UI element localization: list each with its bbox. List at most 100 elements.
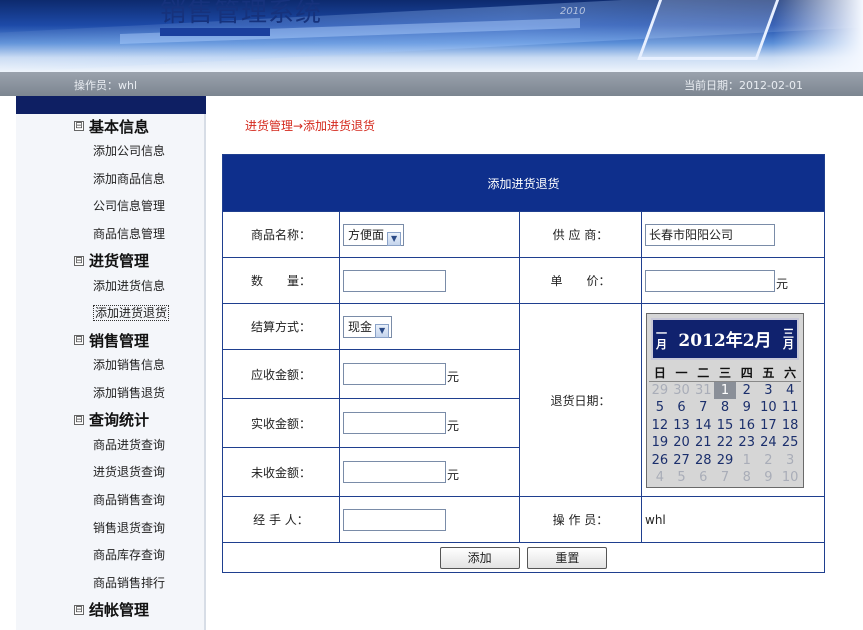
sidebar-group-label[interactable]: 结帐管理 <box>89 599 149 620</box>
unit-price-field[interactable] <box>645 269 775 292</box>
sidebar-group-label[interactable]: 基本信息 <box>89 116 149 137</box>
sidebar-group-label[interactable]: 销售管理 <box>89 330 149 351</box>
reset-button[interactable]: 重置 <box>527 546 608 569</box>
calendar-day[interactable]: 3 <box>758 382 780 400</box>
calendar-day[interactable]: 21 <box>692 434 714 452</box>
calendar-day[interactable]: 6 <box>671 399 693 417</box>
sidebar-item-label[interactable]: 添加进货信息 <box>93 279 165 293</box>
calendar-day-other-month[interactable]: 8 <box>736 469 758 487</box>
calendar-day[interactable]: 19 <box>649 434 671 452</box>
date-picker-calendar[interactable]: 一月 2012年2月 三月 日 一 二 三 四 五 六 29 30 31 1 2 3 4 5 6… <box>646 312 804 488</box>
sidebar-item-sales-ranking[interactable]: 商品销售排行 <box>16 570 204 598</box>
received-field[interactable] <box>343 412 446 434</box>
sidebar-group-basic-info[interactable]: ⊟ 基本信息 <box>74 114 204 138</box>
sidebar-item-add-product[interactable]: 添加商品信息 <box>16 166 204 194</box>
sidebar-item-add-purchase-return[interactable]: 添加进货退货 <box>16 300 204 328</box>
calendar-day-other-month[interactable]: 7 <box>714 469 736 487</box>
calendar-day-other-month[interactable]: 9 <box>758 469 780 487</box>
sidebar-item-label[interactable]: 添加销售信息 <box>93 358 165 372</box>
calendar-day[interactable]: 17 <box>758 417 780 435</box>
sidebar-group-query[interactable]: ⊟ 查询统计 <box>74 408 204 432</box>
calendar-day[interactable]: 20 <box>671 434 693 452</box>
sidebar-item-purchase-query[interactable]: 商品进货查询 <box>16 432 204 460</box>
sidebar-item-label[interactable]: 商品库存查询 <box>93 548 165 562</box>
calendar-day[interactable]: 12 <box>649 417 671 435</box>
calendar-day-other-month[interactable]: 6 <box>692 469 714 487</box>
sidebar-item-add-company[interactable]: 添加公司信息 <box>16 138 204 166</box>
sidebar-item-label[interactable]: 添加进货退货 <box>93 305 170 322</box>
calendar-day-other-month[interactable]: 2 <box>758 452 780 470</box>
calendar-day-other-month[interactable]: 10 <box>779 469 801 487</box>
calendar-day-selected[interactable]: 1 <box>714 381 736 399</box>
calendar-day[interactable]: 26 <box>649 452 671 470</box>
calendar-day[interactable]: 24 <box>758 434 780 452</box>
sidebar-item-label[interactable]: 商品信息管理 <box>93 227 165 241</box>
calendar-day[interactable]: 22 <box>714 434 736 452</box>
calendar-day-other-month[interactable]: 29 <box>649 382 671 400</box>
calendar-day[interactable]: 11 <box>779 399 801 417</box>
sidebar-item-label[interactable]: 商品销售排行 <box>93 576 165 590</box>
sidebar-group-settlement[interactable]: ⊟ 结帐管理 <box>74 598 204 622</box>
collapse-icon[interactable]: ⊟ <box>74 121 84 131</box>
sidebar-item-product-manage[interactable]: 商品信息管理 <box>16 221 204 249</box>
calendar-day[interactable]: 2 <box>736 382 758 400</box>
calendar-day[interactable]: 13 <box>671 417 693 435</box>
sidebar-item-company-manage[interactable]: 公司信息管理 <box>16 193 204 221</box>
supplier-field[interactable]: 长春市阳阳公司 <box>645 223 775 246</box>
calendar-day[interactable]: 28 <box>692 452 714 470</box>
add-button[interactable]: 添加 <box>439 546 520 569</box>
sidebar-item-label[interactable]: 进货退货查询 <box>93 465 165 479</box>
sidebar-item-add-sale-return[interactable]: 添加销售退货 <box>16 380 204 408</box>
sidebar-item-label[interactable]: 公司信息管理 <box>93 199 165 213</box>
receivable-field[interactable] <box>343 363 446 385</box>
sidebar-item-label[interactable]: 添加公司信息 <box>93 144 165 158</box>
sidebar-group-purchase[interactable]: ⊟ 进货管理 <box>74 249 204 273</box>
calendar-day[interactable]: 27 <box>671 452 693 470</box>
calendar-day-other-month[interactable]: 1 <box>736 452 758 470</box>
prev-month-button[interactable]: 一月 <box>656 328 667 350</box>
calendar-day-other-month[interactable]: 4 <box>649 469 671 487</box>
calendar-day[interactable]: 4 <box>779 382 801 400</box>
handler-field[interactable] <box>343 508 446 531</box>
chevron-down-icon[interactable]: ▼ <box>375 323 390 338</box>
collapse-icon[interactable]: ⊟ <box>74 335 84 346</box>
sidebar-item-add-sale[interactable]: 添加销售信息 <box>16 352 204 380</box>
sidebar-item-stock-query[interactable]: 商品库存查询 <box>16 542 204 570</box>
collapse-icon[interactable]: ⊟ <box>74 255 84 266</box>
sidebar-item-sales-return-query[interactable]: 销售退货查询 <box>16 515 204 543</box>
settlement-select[interactable]: 现金 ▼ <box>343 315 393 338</box>
next-month-button[interactable]: 三月 <box>783 328 794 350</box>
sidebar-item-label[interactable]: 添加商品信息 <box>93 172 165 186</box>
sidebar-item-purchase-return-query[interactable]: 进货退货查询 <box>16 459 204 487</box>
calendar-day[interactable]: 10 <box>758 399 780 417</box>
sidebar-group-label[interactable]: 进货管理 <box>89 250 149 271</box>
collapse-icon[interactable]: ⊟ <box>74 414 84 425</box>
product-select[interactable]: 方便面 ▼ <box>343 223 405 246</box>
calendar-day[interactable]: 23 <box>736 434 758 452</box>
sidebar-group-label[interactable]: 查询统计 <box>89 409 149 430</box>
calendar-day[interactable]: 8 <box>714 399 736 417</box>
sidebar-group-sales[interactable]: ⊟ 销售管理 <box>74 328 204 352</box>
outstanding-field[interactable] <box>343 461 446 483</box>
calendar-day[interactable]: 5 <box>649 399 671 417</box>
calendar-day[interactable]: 9 <box>736 399 758 417</box>
calendar-day[interactable]: 14 <box>692 417 714 435</box>
calendar-day[interactable]: 29 <box>714 452 736 470</box>
sidebar-item-label[interactable]: 添加销售退货 <box>93 386 165 400</box>
calendar-day[interactable]: 15 <box>714 417 736 435</box>
calendar-day[interactable]: 7 <box>692 399 714 417</box>
calendar-day-other-month[interactable]: 31 <box>692 382 714 400</box>
quantity-field[interactable] <box>343 269 446 292</box>
calendar-day[interactable]: 25 <box>779 434 801 452</box>
calendar-day-other-month[interactable]: 5 <box>671 469 693 487</box>
calendar-day[interactable]: 16 <box>736 417 758 435</box>
sidebar-item-label[interactable]: 销售退货查询 <box>93 521 165 535</box>
chevron-down-icon[interactable]: ▼ <box>387 231 402 246</box>
calendar-day[interactable]: 18 <box>779 417 801 435</box>
calendar-day-other-month[interactable]: 3 <box>779 452 801 470</box>
collapse-icon[interactable]: ⊟ <box>74 604 84 615</box>
calendar-day-other-month[interactable]: 30 <box>671 382 693 400</box>
sidebar-item-add-purchase[interactable]: 添加进货信息 <box>16 273 204 301</box>
sidebar-item-label[interactable]: 商品销售查询 <box>93 493 165 507</box>
sidebar-item-label[interactable]: 商品进货查询 <box>93 438 165 452</box>
